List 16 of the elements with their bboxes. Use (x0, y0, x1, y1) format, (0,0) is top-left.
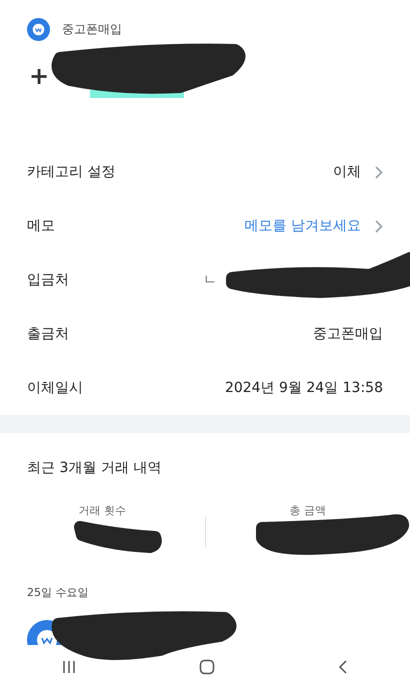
row-label: 출금처 (27, 325, 70, 343)
account-name: 중고폰매입 (62, 21, 122, 38)
row-value: 2024년 9월 24일 13:58 (224, 379, 383, 397)
stat-label: 총 금액 (288, 503, 327, 518)
row-value[interactable]: 이체 (333, 163, 383, 181)
stat-label: 거래 횟수 (78, 503, 127, 518)
row-label: 메모 (27, 217, 56, 235)
row-value: ㄴ (203, 271, 218, 289)
row-label: 입금처 (27, 271, 70, 289)
section-title: 최근 3개월 거래 내역 (26, 459, 162, 477)
row-value: 중고폰매입 (313, 325, 383, 343)
date-heading: 25일 수요일 (26, 585, 90, 600)
row-label: 이체일시 (27, 379, 84, 397)
memo-link[interactable]: 메모를 남겨보세요 (244, 217, 383, 235)
amount-sign: + (29, 62, 50, 90)
row-label: 카테고리 설정 (27, 163, 116, 181)
